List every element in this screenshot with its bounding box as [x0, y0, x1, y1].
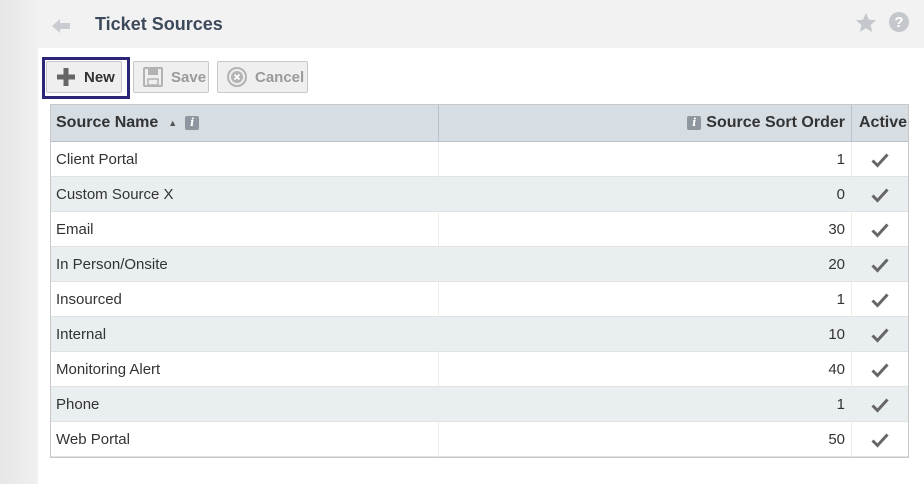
page-title: Ticket Sources [95, 14, 223, 34]
info-icon[interactable]: i [185, 116, 200, 130]
checkmark-icon [871, 397, 889, 413]
star-icon[interactable] [854, 11, 878, 35]
back-arrow-icon[interactable] [50, 15, 72, 37]
checkmark-icon [871, 362, 889, 378]
cell-source-name: In Person/Onsite [51, 247, 439, 282]
cell-active [852, 212, 908, 247]
cell-active [852, 142, 908, 177]
checkmark-icon [871, 257, 889, 273]
checkmark-icon [871, 327, 889, 343]
column-header-active-label: Active [859, 114, 908, 131]
cell-source-name: Custom Source X [51, 177, 439, 212]
cell-source-name: Internal [51, 317, 439, 352]
table-row[interactable]: Insourced 1 [51, 282, 908, 317]
table-row[interactable]: Internal 10 [51, 317, 908, 352]
column-header-source-sort-order-label: Source Sort Order [706, 114, 845, 131]
column-header-source-name-label: Source Name [56, 114, 159, 131]
cell-source-sort-order: 30 [439, 212, 852, 247]
cell-active [852, 387, 908, 422]
cell-source-sort-order: 1 [439, 282, 852, 317]
toolbar: New Save Cancel [38, 48, 924, 104]
cell-source-sort-order: 1 [439, 142, 852, 177]
column-header-active[interactable]: Active [852, 105, 908, 141]
save-button[interactable]: Save [133, 61, 209, 93]
table-row[interactable]: Monitoring Alert 40 [51, 352, 908, 387]
cell-source-sort-order: 1 [439, 387, 852, 422]
checkmark-icon [871, 432, 889, 448]
page-header: Ticket Sources ? [38, 0, 924, 48]
cell-active [852, 282, 908, 317]
grid-header: Source Name ▲ i i Source Sort Order Acti… [51, 105, 908, 142]
ticket-sources-grid: Source Name ▲ i i Source Sort Order Acti… [50, 104, 909, 458]
cancel-circle-icon [226, 66, 248, 88]
checkmark-icon [871, 222, 889, 238]
cell-active [852, 247, 908, 282]
cell-source-name: Monitoring Alert [51, 352, 439, 387]
table-row[interactable]: Custom Source X0 [51, 177, 908, 212]
left-panel-shadow [0, 0, 38, 484]
cell-source-sort-order: 50 [439, 422, 852, 457]
table-row[interactable]: Email 30 [51, 212, 908, 247]
help-icon[interactable]: ? [888, 11, 910, 33]
cell-active [852, 422, 908, 457]
cell-source-sort-order: 40 [439, 352, 852, 387]
cell-source-sort-order: 0 [439, 177, 852, 212]
cell-source-name: Web Portal [51, 422, 439, 457]
info-icon[interactable]: i [687, 116, 702, 130]
plus-icon [55, 66, 77, 88]
cancel-button[interactable]: Cancel [217, 61, 308, 93]
new-button[interactable]: New [46, 61, 122, 93]
cell-source-name: Phone [51, 387, 439, 422]
cell-source-name: Client Portal [51, 142, 439, 177]
checkmark-icon [871, 187, 889, 203]
cell-active [852, 177, 908, 212]
cell-source-name: Email [51, 212, 439, 247]
new-button-label: New [84, 68, 115, 86]
table-row[interactable]: Web Portal 50 [51, 422, 908, 457]
save-button-label: Save [171, 68, 207, 86]
svg-text:?: ? [894, 14, 903, 31]
cell-source-name: Insourced [51, 282, 439, 317]
floppy-disk-icon [142, 66, 164, 88]
table-row[interactable]: Phone 1 [51, 387, 908, 422]
column-header-source-sort-order[interactable]: i Source Sort Order [439, 105, 852, 141]
checkmark-icon [871, 152, 889, 168]
column-header-source-name[interactable]: Source Name ▲ i [51, 105, 439, 141]
table-row[interactable]: In Person/Onsite 20 [51, 247, 908, 282]
cell-active [852, 352, 908, 387]
cancel-button-label: Cancel [255, 68, 305, 86]
cell-active [852, 317, 908, 352]
sort-ascending-icon: ▲ [168, 118, 178, 128]
cell-source-sort-order: 10 [439, 317, 852, 352]
table-row[interactable]: Client Portal 1 [51, 142, 908, 177]
checkmark-icon [871, 292, 889, 308]
main-content: New Save Cancel Source Name ▲ i i Source… [38, 48, 924, 484]
cell-source-sort-order: 20 [439, 247, 852, 282]
